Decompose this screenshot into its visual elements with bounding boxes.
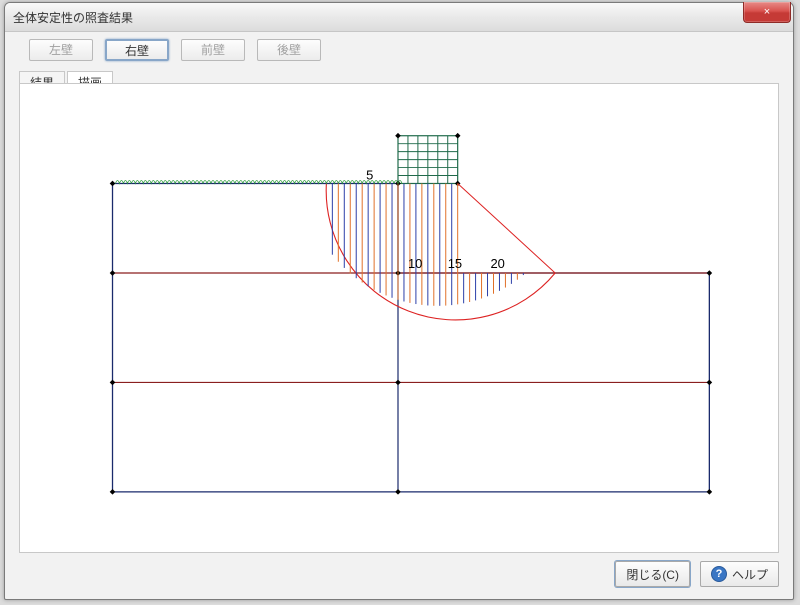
wall-button-front: 前壁 bbox=[181, 39, 245, 61]
wall-button-group: 左壁 右壁 前壁 後壁 bbox=[29, 39, 321, 61]
wall-button-back: 後壁 bbox=[257, 39, 321, 61]
structure-grid bbox=[398, 136, 458, 184]
help-button-label: ヘルプ bbox=[732, 566, 768, 583]
title-bar[interactable]: 全体安定性の照査結果 × bbox=[5, 3, 793, 32]
title-text: 全体安定性の照査結果 bbox=[13, 9, 133, 26]
client-area: 左壁 右壁 前壁 後壁 結果 描画 bbox=[11, 33, 787, 593]
close-button[interactable]: 閉じる(C) bbox=[615, 561, 690, 587]
scale-label-10: 10 bbox=[408, 256, 422, 271]
tab-panel: 5 10 15 20 bbox=[19, 83, 779, 553]
help-icon: ? bbox=[711, 566, 727, 582]
scale-label-20: 20 bbox=[491, 256, 505, 271]
scale-label-15: 15 bbox=[448, 256, 462, 271]
stability-drawing: 5 10 15 20 bbox=[20, 84, 778, 552]
node-markers bbox=[110, 133, 712, 495]
close-x: × bbox=[764, 6, 770, 18]
dialog-button-bar: 閉じる(C) ? ヘルプ bbox=[615, 561, 779, 587]
slip-circle bbox=[326, 183, 555, 319]
slice-bars bbox=[332, 183, 523, 305]
slip-line bbox=[458, 183, 555, 273]
close-icon[interactable]: × bbox=[743, 2, 791, 23]
wall-button-left: 左壁 bbox=[29, 39, 93, 61]
dialog-window: 全体安定性の照査結果 × 左壁 右壁 前壁 後壁 結果 描画 bbox=[4, 2, 794, 600]
wall-button-right[interactable]: 右壁 bbox=[105, 39, 169, 61]
soil-boundary bbox=[113, 183, 710, 491]
help-button[interactable]: ? ヘルプ bbox=[700, 561, 779, 587]
close-button-label: 閉じる(C) bbox=[626, 566, 679, 583]
scale-label-5: 5 bbox=[366, 167, 373, 182]
